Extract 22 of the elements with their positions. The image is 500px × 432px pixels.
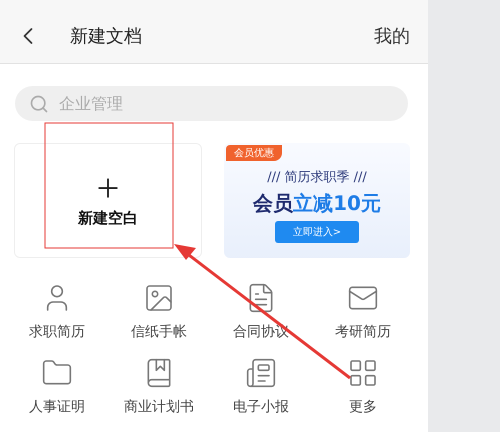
grid-icon[interactable] [347, 357, 379, 389]
promo-headline: 会员立减10元 [253, 190, 381, 217]
template-label[interactable]: 求职简历 [29, 323, 85, 341]
new-blank-label: 新建空白 [78, 209, 138, 228]
image-icon[interactable] [143, 282, 175, 314]
template-label[interactable]: 更多 [349, 398, 377, 416]
new-blank-card[interactable]: 新建空白 [14, 143, 202, 258]
template-label[interactable]: 信纸手帐 [131, 323, 187, 341]
search-field[interactable]: 企业管理 [15, 86, 408, 121]
search-input[interactable]: 企业管理 [57, 93, 394, 114]
promo-slogan: /// 简历求职季 /// [267, 169, 367, 186]
search-icon [29, 94, 49, 114]
newspaper-icon[interactable] [245, 357, 277, 389]
promo-badge: 会员优惠 [226, 145, 282, 161]
promo-banner[interactable]: 会员优惠 /// 简历求职季 /// 会员立减10元 立即进入> [224, 143, 410, 258]
mine-link[interactable]: 我的 [374, 24, 410, 48]
enter-button[interactable]: 立即进入> [274, 221, 360, 243]
page-title: 新建文档 [70, 24, 143, 48]
template-label[interactable]: 人事证明 [29, 398, 85, 416]
template-label[interactable]: 电子小报 [233, 398, 289, 416]
template-label[interactable]: 商业计划书 [124, 398, 194, 416]
template-label[interactable]: 考研简历 [335, 323, 391, 341]
